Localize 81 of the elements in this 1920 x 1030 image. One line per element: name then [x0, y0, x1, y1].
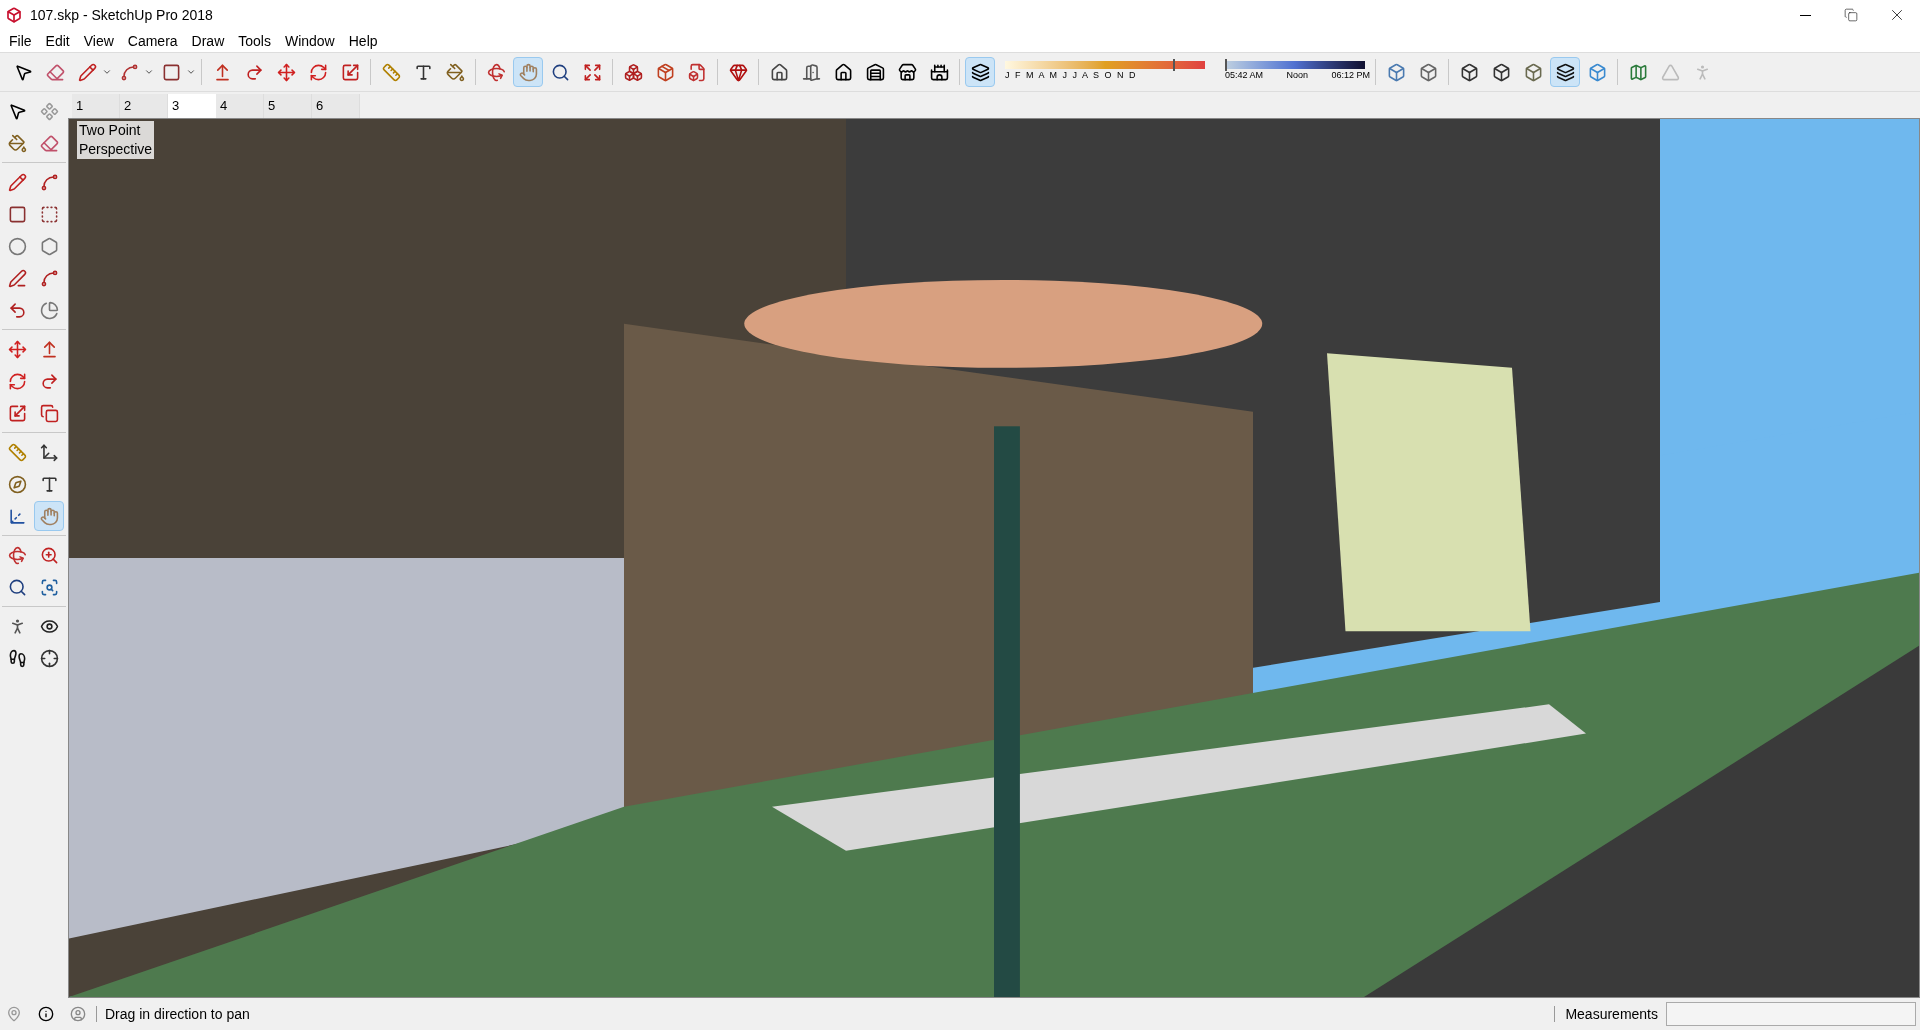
time-slider[interactable] [1225, 61, 1365, 70]
menu-item[interactable]: Window [277, 30, 342, 52]
scale-icon [7, 403, 27, 423]
home-icon [833, 62, 853, 82]
rectangle-icon [161, 62, 181, 82]
scene-tab[interactable]: 5 [264, 94, 312, 118]
tape-measure-icon [381, 62, 401, 82]
month-labels: J F M A M J J A S O N D [1005, 69, 1139, 83]
rotated-rectangle-icon [39, 204, 59, 224]
user-icon[interactable] [70, 1006, 86, 1022]
select-icon [7, 101, 27, 121]
app-logo-icon [6, 7, 22, 23]
measurements-label: Measurements [1565, 1004, 1658, 1024]
pencil-icon [7, 172, 27, 192]
status-hint: Drag in direction to pan [105, 1004, 250, 1024]
pencil-icon [77, 62, 97, 82]
component-icon [39, 101, 59, 121]
caret-icon[interactable] [144, 67, 154, 77]
scene-tab[interactable]: 1 [72, 94, 120, 118]
minimize-icon [1799, 14, 1811, 16]
menu-item[interactable]: Edit [38, 30, 77, 52]
text-icon [413, 62, 433, 82]
rotate-icon [7, 371, 27, 391]
scene-tab[interactable]: 4 [216, 94, 264, 118]
window-title: 107.skp - SketchUp Pro 2018 [30, 5, 213, 25]
orbit-icon [7, 545, 27, 565]
time-label: 06:12 PM [1331, 69, 1370, 83]
text-icon [39, 474, 59, 494]
curved-arrow-icon [244, 62, 264, 82]
polygon-icon [39, 236, 59, 256]
rotate-icon [308, 62, 328, 82]
menu-item[interactable]: Tools [231, 30, 278, 52]
map-icon [1628, 62, 1648, 82]
measurements-field[interactable] [1666, 1002, 1916, 1026]
scene-tab[interactable]: 6 [312, 94, 360, 118]
scene-tab[interactable]: 2 [120, 94, 168, 118]
time-label: 05:42 AM [1225, 69, 1264, 83]
eraser-icon [45, 62, 65, 82]
freehand-icon [39, 172, 59, 192]
restore-icon [1844, 8, 1858, 22]
time-label: Noon [1286, 69, 1308, 83]
circle-icon [7, 236, 27, 256]
axes-icon [7, 506, 27, 526]
eraser-icon [39, 133, 59, 153]
move-icon [276, 62, 296, 82]
walk-icon [7, 648, 27, 668]
menu-item[interactable]: File [2, 30, 39, 52]
pan-icon [518, 62, 538, 82]
pie-icon [39, 300, 59, 320]
caret-icon[interactable] [186, 67, 196, 77]
shaded-cube-icon [1523, 62, 1543, 82]
zoom-icon [7, 577, 27, 597]
store-icon [897, 62, 917, 82]
paint-bucket-icon [445, 62, 465, 82]
tape-measure-icon [7, 442, 27, 462]
zoom-window-icon [39, 545, 59, 565]
menu-item[interactable]: Draw [184, 30, 232, 52]
caret-icon[interactable] [102, 67, 112, 77]
orbit-icon [486, 62, 506, 82]
menu-item[interactable]: Help [341, 30, 385, 52]
rectangle-icon [7, 204, 27, 224]
door-icon [801, 62, 821, 82]
info-icon[interactable] [38, 1006, 54, 1022]
zoom-extents-icon [582, 62, 602, 82]
cube-icon [1386, 62, 1406, 82]
menu-item[interactable]: View [76, 30, 121, 52]
camera-label: Two Point Perspective [77, 121, 155, 159]
two-point-arc-icon [39, 268, 59, 288]
select-icon [13, 62, 33, 82]
scale-icon [340, 62, 360, 82]
paint-bucket-icon [7, 133, 27, 153]
move-icon [7, 339, 27, 359]
warehouse-building-icon [865, 62, 885, 82]
ruby-icon [728, 62, 748, 82]
date-slider[interactable] [1005, 61, 1205, 70]
scene-tab[interactable]: 3 [168, 94, 216, 118]
pan-icon [39, 506, 59, 526]
house-icon [769, 62, 789, 82]
zoom-icon [550, 62, 570, 82]
menu-item[interactable]: Camera [120, 30, 185, 52]
building-icon [929, 62, 949, 82]
